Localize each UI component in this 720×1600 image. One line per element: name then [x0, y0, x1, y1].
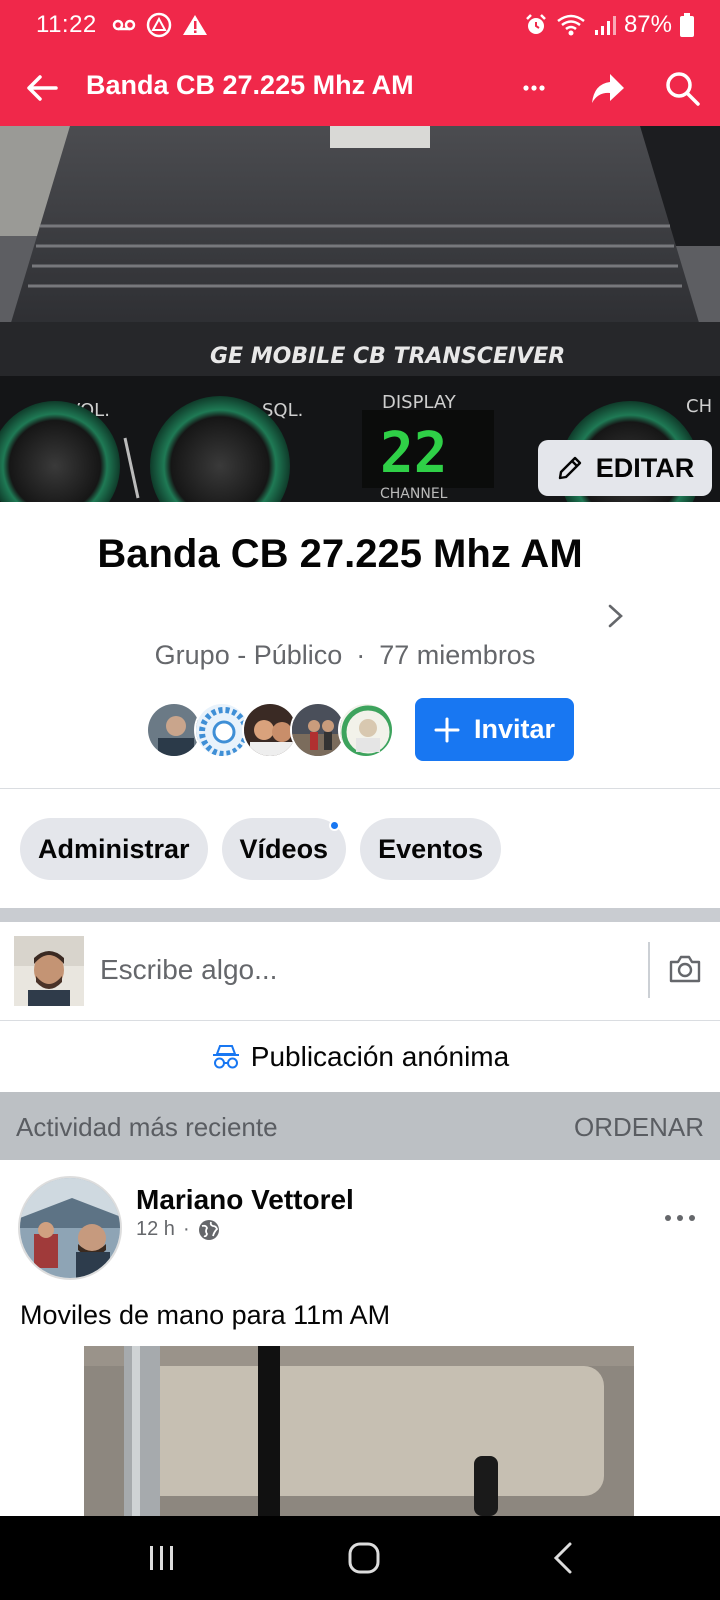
status-time: 11:22 — [36, 11, 97, 38]
group-meta: Grupo - Público · 77 miembros — [0, 640, 690, 671]
system-nav-bar — [0, 1516, 720, 1600]
meta-separator: · — [356, 640, 366, 670]
activity-label: Actividad más reciente — [16, 1112, 278, 1142]
group-tabs: Administrar Vídeos Eventos — [20, 818, 502, 880]
post-author-name[interactable]: Mariano Vettorel — [136, 1184, 354, 1216]
camera-icon[interactable] — [668, 952, 702, 986]
app-bar: Banda CB 27.225 Mhz AM — [0, 52, 720, 126]
status-left-icons — [112, 12, 208, 38]
group-privacy: Grupo - Público — [154, 640, 343, 670]
app-notification-icon — [146, 12, 172, 38]
section-separator — [0, 908, 720, 922]
composer-divider — [648, 942, 650, 998]
warning-icon — [183, 15, 207, 35]
tab-label: Administrar — [38, 833, 190, 864]
svg-text:CHANNEL: CHANNEL — [380, 486, 448, 502]
battery-icon — [680, 13, 694, 37]
status-right-icons: 87% — [524, 11, 694, 39]
plus-icon — [434, 717, 460, 742]
post-composer[interactable]: Escribe algo... — [0, 922, 720, 1020]
group-name[interactable]: Banda CB 27.225 Mhz AM — [80, 526, 600, 582]
post-more-icon[interactable] — [660, 1210, 700, 1226]
svg-text:22: 22 — [380, 421, 447, 486]
post-text: Moviles de mano para 11m AM — [20, 1300, 391, 1330]
status-bar: 11:22 87% — [0, 0, 720, 52]
group-members[interactable]: 77 miembros — [379, 640, 535, 670]
tab-eventos[interactable]: Eventos — [360, 818, 502, 880]
member-avatars[interactable] — [146, 702, 394, 758]
post-meta: 12 h · — [136, 1218, 220, 1241]
wifi-icon — [557, 14, 585, 36]
activity-bar: Actividad más reciente ORDENAR — [0, 1092, 720, 1160]
tab-label: Vídeos — [239, 833, 329, 864]
voicemail-icon — [112, 19, 136, 31]
avatar[interactable] — [14, 936, 84, 1006]
divider — [0, 1020, 720, 1021]
post-time[interactable]: 12 h — [136, 1218, 175, 1241]
search-icon[interactable] — [662, 66, 702, 110]
tab-videos[interactable]: Vídeos — [221, 818, 347, 880]
post-author-avatar[interactable] — [18, 1176, 122, 1280]
notification-dot — [329, 820, 341, 831]
tab-label: Eventos — [378, 833, 484, 864]
svg-text:GE MOBILE CB TRANSCEIVER: GE MOBILE CB TRANSCEIVER — [210, 344, 565, 369]
invite-button[interactable]: Invitar — [415, 698, 574, 761]
pencil-icon — [558, 456, 581, 480]
back-arrow-icon[interactable] — [22, 68, 62, 108]
svg-text:DISPLAY: DISPLAY — [382, 392, 457, 413]
recent-apps-icon[interactable] — [142, 1538, 182, 1578]
svg-text:CH: CH — [686, 396, 712, 417]
battery-percent: 87% — [623, 11, 672, 38]
anonymous-post-button[interactable]: Publicación anónima — [0, 1022, 720, 1092]
chevron-right-icon[interactable] — [604, 600, 628, 632]
globe-icon — [198, 1219, 219, 1240]
edit-cover-button[interactable]: EDITAR — [538, 440, 712, 496]
app-bar-title: Banda CB 27.225 Mhz AM — [86, 70, 414, 100]
edit-cover-label: EDITAR — [595, 452, 695, 483]
more-options-icon[interactable] — [514, 68, 554, 108]
post-image[interactable] — [84, 1346, 634, 1516]
member-avatar — [338, 702, 394, 758]
anonymous-icon — [212, 1045, 239, 1069]
meta-separator: · — [182, 1218, 190, 1240]
share-icon[interactable] — [588, 66, 628, 110]
anonymous-post-label: Publicación anónima — [250, 1041, 510, 1072]
sort-button[interactable]: ORDENAR — [574, 1112, 704, 1143]
invite-label: Invitar — [473, 714, 556, 744]
home-icon[interactable] — [344, 1538, 384, 1578]
signal-icon — [594, 16, 616, 35]
alarm-icon — [526, 14, 546, 34]
composer-placeholder[interactable]: Escribe algo... — [100, 954, 277, 986]
divider — [0, 788, 720, 789]
tab-administrar[interactable]: Administrar — [20, 818, 208, 880]
back-icon[interactable] — [544, 1538, 584, 1578]
